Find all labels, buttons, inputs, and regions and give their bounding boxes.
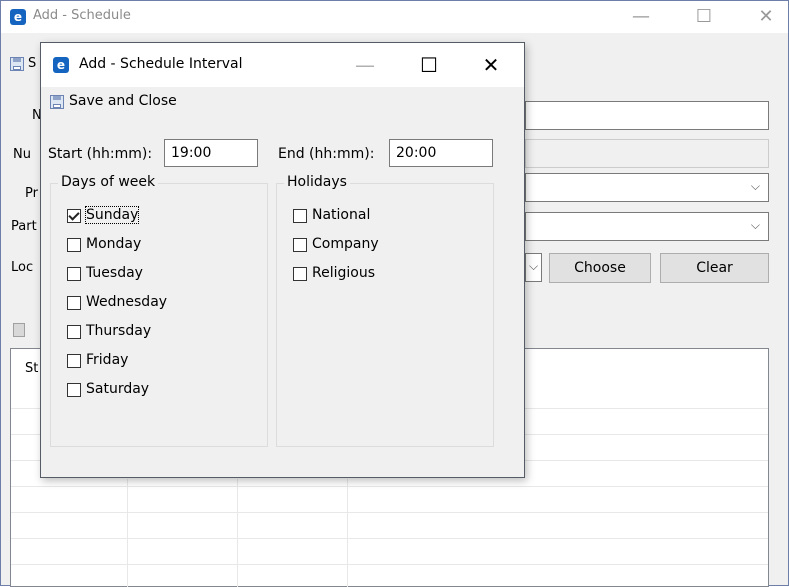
grid-column-line (237, 479, 238, 587)
dialog-titlebar[interactable]: e Add - Schedule Interval — ☐ ✕ (41, 43, 524, 87)
saturday-checkbox[interactable] (67, 383, 81, 397)
saturday-label: Saturday (86, 381, 150, 397)
holidays-label: Holidays (284, 174, 350, 190)
monday-label: Monday (86, 236, 142, 252)
friday-checkbox[interactable] (67, 354, 81, 368)
start-time-input[interactable]: 19:00 (164, 139, 258, 167)
grid-row-line (11, 486, 768, 487)
wednesday-label: Wednesday (86, 294, 168, 310)
number-input (525, 139, 769, 168)
partition-select[interactable]: ⌵ (525, 212, 769, 241)
friday-label: Friday (86, 352, 129, 368)
schedule-window-titlebar: e Add - Schedule — ☐ ✕ (1, 1, 788, 33)
thursday-checkbox[interactable] (67, 325, 81, 339)
save-icon (50, 95, 64, 109)
end-time-input[interactable]: 20:00 (389, 139, 493, 167)
national-checkbox[interactable] (293, 209, 307, 223)
maximize-button[interactable]: ☐ (684, 2, 724, 32)
days-of-week-group (50, 183, 268, 447)
wednesday-checkbox[interactable] (67, 296, 81, 310)
religious-label: Religious (312, 265, 375, 281)
grid-row-line (11, 564, 768, 565)
app-logo-icon: e (10, 9, 26, 25)
edit-icon[interactable] (13, 323, 25, 337)
partition-label: Part (11, 219, 37, 234)
schedule-window-title: Add - Schedule (33, 8, 131, 23)
save-label-fragment: S (28, 56, 37, 71)
dialog-minimize-button[interactable]: — (342, 43, 388, 87)
tuesday-checkbox[interactable] (67, 267, 81, 281)
thursday-label: Thursday (86, 323, 152, 339)
tuesday-label: Tuesday (86, 265, 143, 281)
grid-column-line (127, 479, 128, 587)
monday-checkbox[interactable] (67, 238, 81, 252)
chevron-down-icon: ⌵ (750, 179, 760, 193)
religious-checkbox[interactable] (293, 267, 307, 281)
name-input[interactable] (525, 101, 769, 130)
sunday-label: Sunday (84, 206, 140, 224)
chevron-down-icon: ⌵ (529, 259, 539, 273)
location-label: Loc (11, 260, 34, 275)
end-time-label: End (hh:mm): (278, 146, 375, 162)
grid-row-line (11, 538, 768, 539)
grid-row-line (11, 512, 768, 513)
save-icon[interactable] (10, 57, 24, 71)
location-select[interactable]: ⌵ (525, 253, 542, 282)
grid-column-line (347, 479, 348, 587)
priority-label: Pr (25, 186, 38, 201)
start-time-label: Start (hh:mm): (48, 146, 153, 162)
save-and-close-label: Save and Close (69, 93, 177, 109)
minimize-button[interactable]: — (621, 2, 661, 32)
days-of-week-label: Days of week (58, 174, 159, 190)
dialog-close-button[interactable]: ✕ (468, 43, 514, 87)
chevron-down-icon: ⌵ (750, 218, 760, 232)
company-checkbox[interactable] (293, 238, 307, 252)
choose-button[interactable]: Choose (549, 253, 651, 283)
schedule-interval-dialog: e Add - Schedule Interval — ☐ ✕ Save and… (40, 42, 525, 478)
dialog-maximize-button[interactable]: ☐ (406, 43, 452, 87)
app-logo-icon: e (53, 57, 69, 73)
national-label: National (312, 207, 371, 223)
number-label: Nu (13, 147, 31, 162)
company-label: Company (312, 236, 379, 252)
priority-select[interactable]: ⌵ (525, 173, 769, 202)
holidays-group (276, 183, 494, 447)
clear-button[interactable]: Clear (660, 253, 769, 283)
close-button[interactable]: ✕ (746, 2, 786, 32)
sunday-checkbox[interactable] (67, 209, 81, 223)
save-and-close-button[interactable]: Save and Close (47, 93, 187, 113)
dialog-title: Add - Schedule Interval (79, 56, 243, 72)
